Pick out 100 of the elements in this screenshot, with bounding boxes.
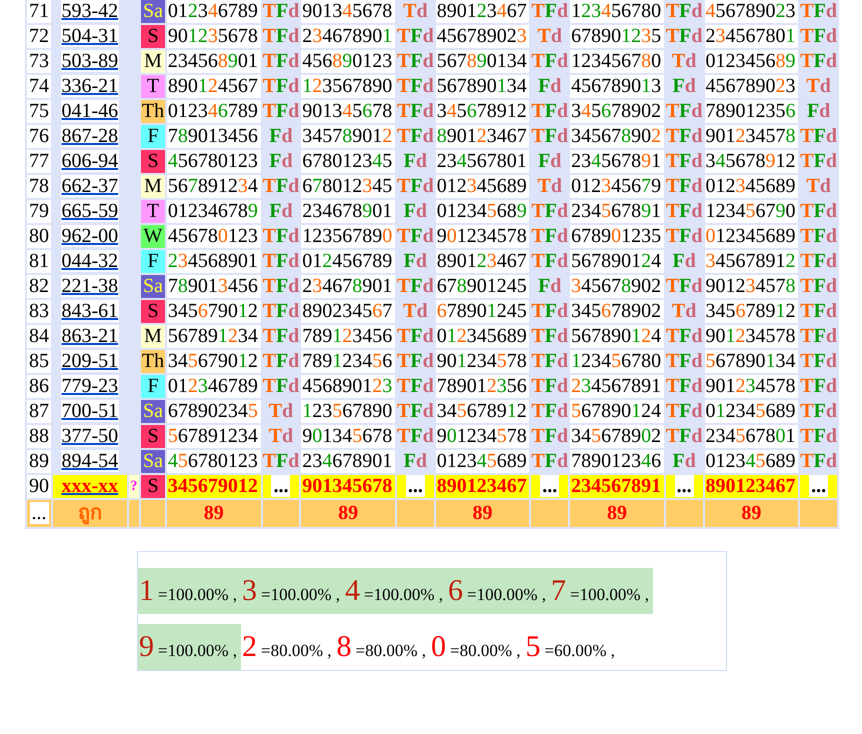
number-cell: 456780123 <box>166 225 261 248</box>
code-link[interactable]: 503-89 <box>60 50 120 72</box>
day-badge: Sa <box>141 275 165 298</box>
code-link[interactable]: 593-42 <box>60 0 120 22</box>
number-cell: 567891234 <box>166 325 261 348</box>
code-link[interactable]: 662-37 <box>60 175 120 197</box>
number-cell: 567890124 <box>570 250 664 273</box>
flag-text: TFd <box>800 375 837 398</box>
number-cell: 901345678 <box>301 0 395 23</box>
row-number: 84 <box>27 325 51 348</box>
number-cell: 345678912 <box>704 150 798 173</box>
code-link[interactable]: 044-32 <box>60 250 120 272</box>
code-link[interactable]: 377-50 <box>60 425 120 447</box>
flag-text: TFd <box>262 75 300 98</box>
flag-text: TFd <box>397 25 434 48</box>
flag-text: TFd <box>800 0 837 23</box>
day-badge: S <box>141 300 165 323</box>
number-cell: 678901235 <box>570 25 664 48</box>
day-badge: Sa <box>141 450 165 473</box>
flag-text: Td <box>805 175 832 198</box>
flag-text: TFd <box>397 125 434 148</box>
code-link[interactable]: 336-21 <box>60 75 120 97</box>
flag-text: TFd <box>800 125 837 148</box>
number-cell: 012346789 <box>166 0 261 23</box>
flag-text: TFd <box>800 25 837 48</box>
row-number: 75 <box>27 100 51 123</box>
number-cell: 234568901 <box>166 50 261 73</box>
number-cell: 678012345 <box>301 150 395 173</box>
number-cell: 345679012 <box>166 475 261 498</box>
code-link[interactable]: 221-38 <box>60 275 120 297</box>
flag-text: TFd <box>531 325 568 348</box>
day-badge: T <box>141 75 165 98</box>
flag-text: TFd <box>800 225 837 248</box>
day-badge: M <box>141 325 165 348</box>
number-cell: 901234578 <box>704 275 798 298</box>
row-number: 90 <box>27 475 51 498</box>
number-cell: 234567801 <box>704 25 798 48</box>
number-cell: 901234578 <box>436 425 530 448</box>
flag-text: TFd <box>666 425 702 448</box>
flag-text: TFd <box>666 0 702 23</box>
flag-text: TFd <box>800 400 837 423</box>
flag-text: TFd <box>666 100 702 123</box>
flag-text: TFd <box>531 400 568 423</box>
number-cell: 123456780 <box>570 350 664 373</box>
code-link[interactable]: 700-51 <box>60 400 120 422</box>
legend-item: 0=80.00% , <box>430 629 522 665</box>
code-link[interactable]: 041-46 <box>60 100 120 122</box>
flag-text: Td <box>536 175 563 198</box>
flag-text: TFd <box>397 50 434 73</box>
code-link[interactable]: 867-28 <box>60 125 120 147</box>
code-link[interactable]: 779-23 <box>60 375 120 397</box>
count-cell: 89 <box>436 500 530 527</box>
flag-text: TFd <box>397 75 434 98</box>
flag-text: TFd <box>531 225 568 248</box>
number-cell: 901234578 <box>704 375 798 398</box>
number-cell: 678901235 <box>570 225 664 248</box>
code-link[interactable]: 606-94 <box>60 150 120 172</box>
count-cell: 89 <box>166 500 261 527</box>
code-link[interactable]: 863-21 <box>60 325 120 347</box>
number-cell: 012345689 <box>704 450 798 473</box>
code-link[interactable]: 962-00 <box>60 225 120 247</box>
number-cell: 345678902 <box>570 100 664 123</box>
row-number: 86 <box>27 375 51 398</box>
flag-text: Td <box>536 25 563 48</box>
number-cell: 234567891 <box>570 150 664 173</box>
day-badge: S <box>141 475 165 498</box>
number-cell: 456789023 <box>436 25 530 48</box>
code-link[interactable]: 504-31 <box>60 25 120 47</box>
row-number: 85 <box>27 350 51 373</box>
flag-text: TFd <box>800 50 837 73</box>
code-link[interactable]: 665-59 <box>60 200 120 222</box>
number-cell: 567890134 <box>704 350 798 373</box>
row-number: 78 <box>27 175 51 198</box>
number-cell: 012345689 <box>436 175 530 198</box>
day-badge: F <box>141 250 165 273</box>
code-link[interactable]: xxx-xx <box>60 475 120 497</box>
code-link[interactable]: 209-51 <box>60 350 120 372</box>
flag-text: Fd <box>402 150 428 173</box>
number-cell: 789012356 <box>436 375 530 398</box>
number-cell: 345678912 <box>704 300 798 323</box>
day-badge: Th <box>141 350 165 373</box>
legend-item: 5=60.00% , <box>524 629 616 665</box>
flag-text: TFd <box>397 350 434 373</box>
number-cell: 567890124 <box>570 400 664 423</box>
code-link[interactable]: 843-61 <box>60 300 120 322</box>
flag-text: TFd <box>397 100 434 123</box>
ellipsis: ... <box>30 502 48 524</box>
number-cell: 012346789 <box>166 375 261 398</box>
number-cell: 901234578 <box>436 350 530 373</box>
flag-text: Fd <box>268 125 294 148</box>
row-number: 79 <box>27 200 51 223</box>
number-cell: 012345689 <box>436 200 530 223</box>
flag-text: TFd <box>262 275 300 298</box>
number-cell: 901234578 <box>704 325 798 348</box>
ellipsis: ... <box>406 475 425 497</box>
number-cell: 789012346 <box>570 450 664 473</box>
flag-text: TFd <box>262 50 300 73</box>
code-link[interactable]: 894-54 <box>60 450 120 472</box>
number-cell: 234678901 <box>301 200 395 223</box>
flag-text: TFd <box>397 425 434 448</box>
